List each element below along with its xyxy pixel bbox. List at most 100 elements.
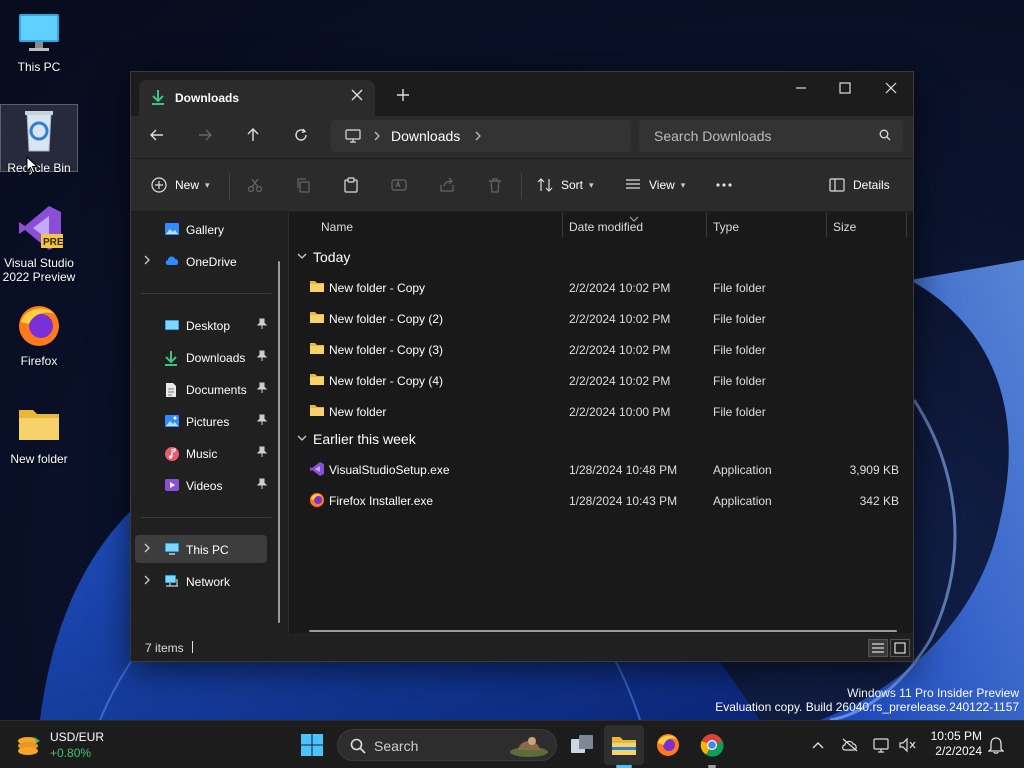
group-header-earlier-this-week[interactable]: Earlier this week <box>297 427 416 451</box>
new-tab-button[interactable] <box>393 86 413 106</box>
chevron-right-icon[interactable] <box>143 543 151 556</box>
file-row[interactable]: New folder - Copy 2/2/2024 10:02 PM File… <box>299 272 911 302</box>
taskbar-firefox[interactable] <box>652 729 684 761</box>
column-header-size[interactable]: Size <box>827 213 905 241</box>
paste-button[interactable] <box>343 171 359 199</box>
search-box[interactable] <box>639 120 903 152</box>
navigation-scrollbar[interactable] <box>278 261 280 623</box>
nav-label: OneDrive <box>186 255 237 269</box>
nav-item-videos[interactable]: Videos <box>135 471 268 499</box>
clock[interactable]: 10:05 PM 2/2/2024 <box>931 729 982 759</box>
clock-time: 10:05 PM <box>930 729 982 743</box>
search-icon <box>350 738 366 757</box>
nav-item-this-pc[interactable]: This PC <box>135 535 267 563</box>
rename-button[interactable] <box>391 171 407 199</box>
nav-item-documents[interactable]: Documents <box>135 375 268 403</box>
column-header-type[interactable]: Type <box>707 213 825 241</box>
desktop-icon-this-pc[interactable]: This PC <box>0 8 78 74</box>
currency-widget[interactable]: USD/EUR +0.80% <box>14 727 124 763</box>
desktop-icon-firefox[interactable]: Firefox <box>0 302 78 368</box>
share-button[interactable] <box>439 171 455 199</box>
show-hidden-icons-button[interactable] <box>808 735 828 755</box>
widget-title: USD/EUR <box>50 730 105 744</box>
nav-item-downloads[interactable]: Downloads <box>135 343 268 371</box>
file-row[interactable]: New folder - Copy (3) 2/2/2024 10:02 PM … <box>299 334 911 364</box>
chevron-right-icon[interactable] <box>143 255 151 268</box>
plus-icon <box>397 89 409 101</box>
new-button[interactable]: New ▾ <box>151 171 210 199</box>
column-divider[interactable] <box>906 213 907 237</box>
close-window-button[interactable] <box>869 76 913 104</box>
monitor-icon <box>345 129 361 143</box>
maximize-button[interactable] <box>823 76 867 104</box>
desktop-icon-new-folder[interactable]: New folder <box>0 400 78 466</box>
breadcrumb-downloads[interactable]: Downloads <box>391 128 460 144</box>
nav-item-gallery[interactable]: Gallery <box>135 215 267 243</box>
start-button[interactable] <box>296 729 328 761</box>
details-view-button[interactable] <box>868 639 888 657</box>
sort-button[interactable]: Sort ▾ <box>537 171 594 199</box>
search-highlight-icon <box>508 732 550 761</box>
desktop-icon-label-line2: 2022 Preview <box>2 270 76 284</box>
file-row[interactable]: New folder 2/2/2024 10:00 PM File folder <box>299 396 911 426</box>
file-type: Application <box>713 463 772 477</box>
file-row[interactable]: New folder - Copy (2) 2/2/2024 10:02 PM … <box>299 303 911 333</box>
clock-date: 2/2/2024 <box>935 744 982 758</box>
chevron-right-icon[interactable] <box>143 575 151 588</box>
mouse-cursor-icon <box>26 156 38 174</box>
minimize-button[interactable] <box>779 76 823 104</box>
title-bar[interactable]: Downloads <box>131 72 913 116</box>
delete-button[interactable] <box>487 171 503 199</box>
desktop-icon-visual-studio[interactable]: PRE Visual Studio 2022 Preview <box>0 204 78 284</box>
nav-item-onedrive[interactable]: OneDrive <box>135 247 267 275</box>
breadcrumb-separator-icon[interactable] <box>373 129 381 144</box>
large-icons-view-button[interactable] <box>890 639 910 657</box>
desktop-icon-label: Recycle Bin <box>7 161 71 175</box>
nav-item-network[interactable]: Network <box>135 567 267 595</box>
back-button[interactable] <box>143 124 171 152</box>
horizontal-scrollbar[interactable] <box>309 630 897 632</box>
coins-icon <box>16 733 42 760</box>
chevron-down-icon: ▾ <box>589 179 594 190</box>
item-count: 7 items <box>145 641 184 655</box>
search-input[interactable] <box>639 120 869 152</box>
file-name: Firefox Installer.exe <box>329 494 434 508</box>
close-tab-button[interactable] <box>349 89 365 105</box>
tab-downloads[interactable]: Downloads <box>139 80 375 116</box>
breadcrumb-chevron-icon[interactable] <box>474 129 482 144</box>
taskbar-file-explorer[interactable] <box>608 729 640 761</box>
file-row[interactable]: VisualStudioSetup.exe 1/28/2024 10:48 PM… <box>299 454 911 484</box>
cut-button[interactable] <box>247 171 263 199</box>
forward-button[interactable] <box>191 124 219 152</box>
file-name: New folder - Copy (4) <box>329 374 444 388</box>
pin-icon <box>256 350 268 365</box>
up-button[interactable] <box>239 124 267 152</box>
nav-item-music[interactable]: Music <box>135 439 268 467</box>
arrow-up-icon <box>247 128 259 141</box>
picture-icon <box>164 414 180 431</box>
taskbar-chrome[interactable] <box>696 729 728 761</box>
more-options-button[interactable] <box>715 171 733 199</box>
group-header-today[interactable]: Today <box>297 245 350 269</box>
column-header-name[interactable]: Name <box>315 213 561 241</box>
address-field[interactable]: Downloads <box>331 120 631 152</box>
new-label: New <box>175 178 200 192</box>
details-button[interactable]: Details <box>829 171 890 199</box>
watermark-line2: Evaluation copy. Build 26040.rs_prerelea… <box>715 700 1019 714</box>
volume-tray-button[interactable] <box>898 735 918 755</box>
file-row[interactable]: New folder - Copy (4) 2/2/2024 10:02 PM … <box>299 365 911 395</box>
onedrive-tray-button[interactable] <box>840 735 860 755</box>
taskbar-search[interactable]: Search <box>337 729 557 761</box>
task-view-button[interactable] <box>566 729 598 761</box>
network-tray-button[interactable] <box>872 735 892 755</box>
nav-item-desktop[interactable]: Desktop <box>135 311 268 339</box>
notifications-button[interactable] <box>986 735 1006 755</box>
nav-item-pictures[interactable]: Pictures <box>135 407 268 435</box>
cloud-offline-icon <box>842 738 858 752</box>
file-row[interactable]: Firefox Installer.exe 1/28/2024 10:43 PM… <box>299 485 911 515</box>
desktop-icon-recycle-bin[interactable]: Recycle Bin <box>0 104 78 175</box>
command-bar: New ▾ Sort ▾ View ▾ Details <box>131 158 913 212</box>
copy-button[interactable] <box>295 171 311 199</box>
refresh-button[interactable] <box>287 124 315 152</box>
view-button[interactable]: View ▾ <box>625 171 685 199</box>
